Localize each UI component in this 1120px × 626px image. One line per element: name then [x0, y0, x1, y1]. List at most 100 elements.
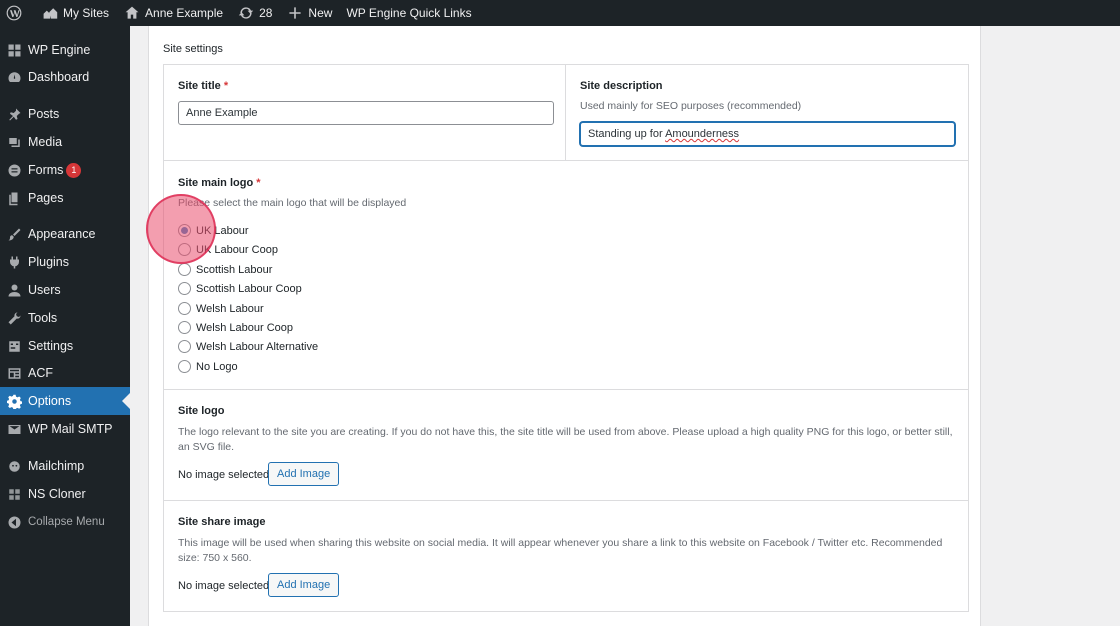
sidebar-item-posts[interactable]: Posts	[0, 100, 130, 128]
logo-option-scottish-labour-coop[interactable]: Scottish Labour Coop	[178, 282, 302, 295]
radio-button[interactable]	[178, 224, 191, 237]
sidebar-item-pages[interactable]: Pages	[0, 184, 130, 212]
site-logo-status: No image selected	[178, 469, 270, 481]
main-logo-label-text: Site main logo	[178, 177, 254, 189]
radio-label: Welsh Labour Coop	[196, 321, 294, 334]
acf-icon	[0, 366, 28, 381]
site-description-help: Used mainly for SEO purposes (recommende…	[580, 100, 802, 112]
sidebar-item-acf[interactable]: ACF	[0, 359, 130, 387]
sidebar-item-label: Tools	[28, 311, 58, 325]
radio-button[interactable]	[178, 263, 191, 276]
logo-option-uk-labour-coop[interactable]: UK Labour Coop	[178, 243, 278, 256]
mailchimp-icon	[0, 459, 28, 474]
updates-menu[interactable]: 28	[230, 0, 279, 26]
misspelled-word: Amounderness	[665, 128, 740, 140]
plug-icon	[0, 255, 28, 270]
sidebar-item-label: Options	[28, 394, 72, 408]
pin-icon	[0, 107, 28, 122]
sidebar-item-settings[interactable]: Settings	[0, 332, 130, 360]
site-title-field: Site title * Anne Example	[164, 65, 566, 161]
site-logo-label: Site logo	[178, 405, 225, 417]
new-label: New	[308, 6, 333, 20]
site-description-value: Standing up for	[588, 128, 666, 140]
share-image-status: No image selected	[178, 580, 270, 592]
sidebar-item-ns-cloner[interactable]: NS Cloner	[0, 480, 130, 508]
quick-links-label: WP Engine Quick Links	[346, 6, 472, 20]
sidebar-item-label: NS Cloner	[28, 487, 86, 501]
sidebar-item-tools[interactable]: Tools	[0, 304, 130, 332]
radio-button[interactable]	[178, 360, 191, 373]
sidebar-item-label: Mailchimp	[28, 459, 85, 473]
cloner-icon	[0, 487, 28, 502]
radio-button[interactable]	[178, 302, 191, 315]
share-image-add-image-button[interactable]: Add Image	[268, 573, 340, 597]
wrench-icon	[0, 311, 28, 326]
sidebar-item-label: Posts	[28, 107, 60, 121]
sidebar-item-label: WP Mail SMTP	[28, 422, 113, 436]
sidebar-item-label: Pages	[28, 191, 64, 205]
sidebar-item-label: Settings	[28, 339, 74, 353]
site-name-menu[interactable]: Anne Example	[116, 0, 230, 26]
sidebar-item-wp-mail-smtp[interactable]: WP Mail SMTP	[0, 415, 130, 443]
site-name-label: Anne Example	[145, 6, 224, 20]
sidebar-item-appearance[interactable]: Appearance	[0, 220, 130, 248]
gear-icon	[0, 394, 28, 409]
sidebar-item-media[interactable]: Media	[0, 128, 130, 156]
site-description-label: Site description	[580, 80, 663, 92]
my-sites-icon	[41, 4, 59, 22]
user-icon	[0, 283, 28, 298]
sidebar-item-plugins[interactable]: Plugins	[0, 248, 130, 276]
admin-sidebar: WP Engine Dashboard Posts Media Forms 1 …	[0, 26, 130, 626]
logo-option-no-logo[interactable]: No Logo	[178, 360, 238, 373]
logo-option-uk-labour[interactable]: UK Labour	[178, 224, 249, 237]
new-content-menu[interactable]: New	[279, 0, 339, 26]
logo-option-welsh-labour-coop[interactable]: Welsh Labour Coop	[178, 321, 293, 334]
radio-button[interactable]	[178, 243, 191, 256]
sidebar-item-options[interactable]: Options	[0, 387, 130, 415]
radio-button[interactable]	[178, 321, 191, 334]
plus-icon	[286, 4, 304, 22]
share-image-help: This image will be used when sharing thi…	[178, 537, 943, 564]
forms-icon	[0, 163, 28, 178]
collapse-menu-button[interactable]: Collapse Menu	[0, 508, 130, 536]
site-title-label: Site title *	[178, 80, 228, 92]
site-description-input[interactable]: Standing up for Amounderness	[580, 122, 955, 146]
radio-label: Welsh Labour	[196, 302, 264, 315]
radio-label: No Logo	[196, 360, 238, 373]
site-logo-add-image-button[interactable]: Add Image	[268, 462, 340, 486]
logo-option-welsh-labour-alternative[interactable]: Welsh Labour Alternative	[178, 340, 318, 353]
panel-title: Site settings	[163, 43, 223, 55]
quick-links-menu[interactable]: WP Engine Quick Links	[339, 0, 478, 26]
notification-badge: 1	[66, 162, 82, 178]
my-sites-label: My Sites	[63, 6, 110, 20]
sidebar-item-users[interactable]: Users	[0, 276, 130, 304]
brush-icon	[0, 227, 28, 242]
radio-label: Scottish Labour Coop	[196, 282, 302, 295]
sidebar-item-wp-engine[interactable]: WP Engine	[0, 36, 130, 64]
radio-label: UK Labour Coop	[196, 243, 278, 256]
mail-icon	[0, 422, 28, 437]
logo-option-scottish-labour[interactable]: Scottish Labour	[178, 263, 272, 276]
sidebar-item-label: Plugins	[28, 255, 69, 269]
sidebar-item-label: ACF	[28, 366, 53, 380]
logo-option-welsh-labour[interactable]: Welsh Labour	[178, 302, 264, 315]
radio-button[interactable]	[178, 340, 191, 353]
updates-count: 28	[259, 6, 273, 20]
sidebar-item-mailchimp[interactable]: Mailchimp	[0, 452, 130, 480]
sidebar-item-label: Media	[28, 135, 63, 149]
required-marker: *	[223, 80, 229, 92]
sidebar-item-forms[interactable]: Forms 1	[0, 156, 130, 184]
my-sites-menu[interactable]: My Sites	[34, 0, 116, 26]
sidebar-item-label: Forms	[28, 163, 64, 177]
wp-logo-menu[interactable]	[0, 0, 34, 26]
site-logo-field: Site logo The logo relevant to the site …	[163, 389, 969, 501]
sidebar-item-dashboard[interactable]: Dashboard	[0, 63, 130, 91]
radio-button[interactable]	[178, 282, 191, 295]
sidebar-item-label: Collapse Menu	[28, 516, 105, 528]
site-title-input[interactable]: Anne Example	[178, 101, 554, 125]
collapse-icon	[0, 515, 28, 530]
site-description-field: Site description Used mainly for SEO pur…	[567, 65, 969, 161]
site-logo-help: The logo relevant to the site you are cr…	[178, 426, 953, 453]
sidebar-item-label: Users	[28, 283, 61, 297]
admin-bar: My Sites Anne Example 28 New WP Engine Q…	[0, 0, 1120, 26]
